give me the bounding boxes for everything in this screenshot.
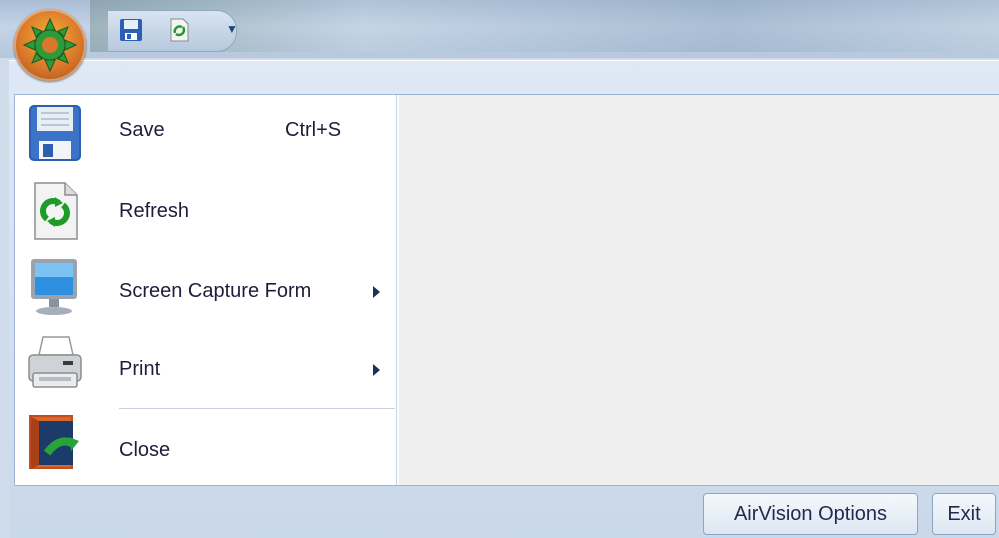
refresh-document-icon <box>34 182 78 240</box>
application-menu: Save Ctrl+S Refresh Screen Capture Form … <box>14 94 999 486</box>
application-menu-button[interactable] <box>14 9 86 81</box>
airvision-options-button[interactable]: AirVision Options <box>703 493 918 535</box>
floppy-disk-icon <box>29 105 81 161</box>
qat-refresh-button[interactable] <box>166 17 192 43</box>
menu-item-screen-capture-form[interactable]: Screen Capture Form <box>15 253 396 325</box>
menu-item-label: Close <box>119 439 171 461</box>
floppy-disk-icon <box>120 19 142 41</box>
gear-icon <box>22 17 78 73</box>
monitor-icon <box>31 259 77 315</box>
qat-customize-dropdown-icon[interactable]: ▼ <box>226 22 238 36</box>
exit-button[interactable]: Exit <box>932 493 996 535</box>
refresh-document-icon <box>170 18 189 42</box>
menu-item-print[interactable]: Print <box>15 331 396 403</box>
submenu-arrow-icon <box>373 286 380 298</box>
menu-separator <box>119 408 395 409</box>
menu-item-refresh[interactable]: Refresh <box>15 175 396 247</box>
menu-command-list: Save Ctrl+S Refresh Screen Capture Form … <box>15 95 397 485</box>
printer-icon <box>28 336 82 388</box>
submenu-arrow-icon <box>373 364 380 376</box>
menu-item-label: Screen Capture Form <box>119 280 312 302</box>
exit-door-icon <box>29 415 79 469</box>
menu-item-close[interactable]: Close <box>15 413 396 485</box>
menu-item-label: Save <box>119 119 165 141</box>
qat-save-button[interactable] <box>118 17 144 43</box>
menu-item-label: Refresh <box>119 200 190 222</box>
menu-item-shortcut: Ctrl+S <box>285 119 342 141</box>
menu-item-save[interactable]: Save Ctrl+S <box>15 95 396 167</box>
recent-items-pane <box>399 95 999 485</box>
menu-item-label: Print <box>119 358 161 380</box>
title-bar: ▼ <box>0 0 999 58</box>
quick-access-toolbar: ▼ <box>108 10 238 52</box>
